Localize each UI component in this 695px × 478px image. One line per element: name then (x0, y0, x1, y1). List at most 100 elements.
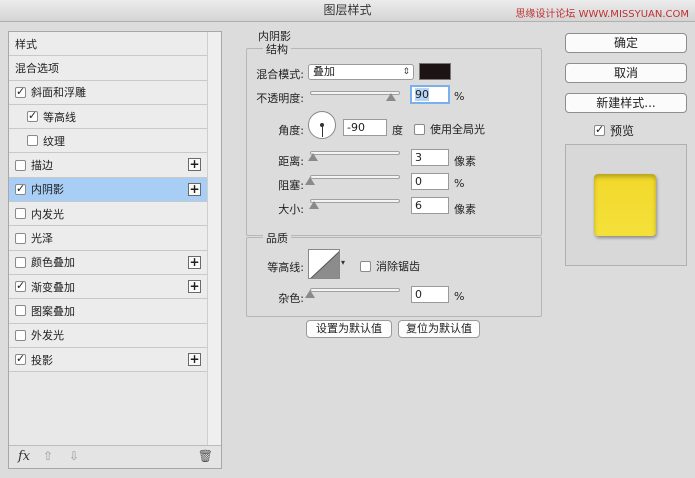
size-input[interactable]: 6 (411, 197, 449, 214)
angle-dial[interactable] (308, 111, 336, 139)
angle-input[interactable]: -90 (343, 119, 387, 136)
contour-dropdown-icon[interactable]: ▾ (341, 258, 345, 267)
style-item-12[interactable]: 外发光 (9, 323, 207, 348)
style-item-checkbox[interactable] (15, 279, 26, 293)
style-item-label: 描边 (31, 159, 53, 173)
style-item-label: 内发光 (31, 207, 64, 221)
style-item-checkbox[interactable] (15, 232, 26, 244)
blend-mode-value: 叠加 (313, 65, 335, 78)
style-item-checkbox[interactable] (27, 109, 38, 123)
style-item-checkbox[interactable] (15, 329, 26, 341)
trash-icon[interactable]: 🗑 (198, 449, 213, 463)
style-item-checkbox[interactable] (15, 85, 26, 98)
style-item-label: 图案叠加 (31, 304, 75, 318)
style-item-11[interactable]: 图案叠加 (9, 299, 207, 324)
shadow-color-swatch[interactable] (419, 63, 451, 80)
size-slider-thumb[interactable] (308, 201, 319, 209)
make-default-button[interactable]: 设置为默认值 (306, 320, 392, 338)
style-item-label: 等高线 (43, 110, 76, 124)
style-item-8[interactable]: 光泽 (9, 226, 207, 251)
distance-unit: 像素 (454, 155, 476, 168)
new-style-button[interactable]: 新建样式... (565, 93, 687, 113)
style-item-5[interactable]: 描边 + (9, 153, 207, 178)
style-item-13[interactable]: 投影 + (9, 347, 207, 373)
style-item-6[interactable]: 内阴影 + (9, 177, 207, 203)
style-item-0[interactable]: 样式 (9, 32, 207, 57)
opacity-slider-thumb[interactable] (386, 93, 396, 101)
opacity-unit: % (454, 90, 465, 103)
move-up-icon[interactable]: ⇧ (43, 449, 53, 463)
choke-slider-thumb[interactable] (305, 177, 315, 185)
style-item-3[interactable]: 等高线 (9, 104, 207, 130)
contour-label: 等高线: (267, 261, 304, 274)
opacity-input[interactable]: 90 (410, 85, 450, 104)
choke-label: 阻塞: (278, 179, 304, 192)
opacity-label: 不透明度: (256, 92, 304, 105)
size-slider-track[interactable] (310, 199, 400, 203)
noise-slider-thumb[interactable] (305, 290, 315, 298)
distance-input[interactable]: 3 (411, 149, 449, 166)
style-item-checkbox[interactable] (15, 256, 26, 268)
add-effect-button[interactable]: + (188, 255, 201, 269)
style-item-checkbox[interactable] (27, 135, 38, 147)
preview-option[interactable]: 预览 (594, 122, 634, 139)
style-item-checkbox[interactable] (15, 208, 26, 220)
distance-slider-thumb[interactable] (307, 153, 318, 161)
style-item-9[interactable]: 颜色叠加 + (9, 250, 207, 275)
style-item-7[interactable]: 内发光 (9, 202, 207, 227)
anti-alias-checkbox[interactable] (360, 260, 371, 272)
style-item-label: 混合选项 (15, 61, 59, 75)
style-item-label: 样式 (15, 37, 37, 51)
style-item-checkbox[interactable] (15, 352, 26, 365)
list-footer: fx ⇧ ⇩ 🗑 (9, 445, 221, 468)
choke-input[interactable]: 0 (411, 173, 449, 190)
quality-legend: 品质 (263, 230, 291, 246)
style-item-1[interactable]: 混合选项 (9, 56, 207, 81)
noise-input[interactable]: 0 (411, 286, 449, 303)
reset-default-button[interactable]: 复位为默认值 (398, 320, 480, 338)
add-effect-button[interactable]: + (188, 279, 201, 293)
distance-slider-track[interactable] (310, 151, 400, 155)
style-item-checkbox[interactable] (15, 182, 26, 195)
preview-checkbox[interactable] (594, 123, 605, 136)
global-light-option[interactable]: 使用全局光 (414, 121, 485, 137)
preview-label: 预览 (610, 124, 635, 138)
angle-unit: 度 (392, 124, 403, 137)
angle-center (320, 123, 324, 127)
contour-preview[interactable] (308, 249, 340, 279)
fx-icon[interactable]: fx (18, 449, 30, 464)
style-item-label: 投影 (31, 353, 53, 367)
anti-alias-option[interactable]: 消除锯齿 (360, 258, 420, 274)
choke-slider-track[interactable] (310, 175, 400, 179)
style-item-label: 渐变叠加 (31, 280, 75, 294)
style-item-label: 斜面和浮雕 (31, 86, 86, 100)
style-list: 样式混合选项斜面和浮雕等高线纹理描边 + 内阴影 + 内发光光泽颜色叠加 + 渐变叠加 + 图案… (9, 32, 207, 373)
preview-swatch (594, 174, 656, 236)
ok-button[interactable]: 确定 (565, 33, 687, 53)
move-down-icon[interactable]: ⇩ (69, 449, 79, 463)
window-title: 图层样式 (323, 3, 372, 17)
style-item-checkbox[interactable] (15, 159, 26, 171)
style-list-panel: 样式混合选项斜面和浮雕等高线纹理描边 + 内阴影 + 内发光光泽颜色叠加 + 渐变叠加 + 图案… (8, 31, 222, 469)
scrollbar[interactable] (207, 32, 221, 446)
style-item-label: 内阴影 (31, 183, 64, 197)
noise-unit: % (454, 290, 465, 303)
style-item-label: 外发光 (31, 329, 64, 343)
style-item-checkbox[interactable] (15, 305, 26, 317)
add-effect-button[interactable]: + (188, 182, 201, 196)
style-item-10[interactable]: 渐变叠加 + (9, 274, 207, 300)
noise-slider-track[interactable] (310, 288, 400, 292)
blend-mode-select[interactable]: 叠加 ⇕ (308, 64, 414, 80)
style-item-label: 纹理 (43, 134, 65, 148)
size-label: 大小: (278, 203, 304, 216)
add-effect-button[interactable]: + (188, 352, 201, 366)
global-light-label: 使用全局光 (430, 123, 485, 136)
style-item-4[interactable]: 纹理 (9, 129, 207, 154)
global-light-checkbox[interactable] (414, 123, 425, 135)
structure-legend: 结构 (263, 41, 291, 57)
style-item-label: 光泽 (31, 232, 53, 246)
style-item-2[interactable]: 斜面和浮雕 (9, 80, 207, 105)
distance-label: 距离: (278, 155, 304, 168)
cancel-button[interactable]: 取消 (565, 63, 687, 83)
add-effect-button[interactable]: + (188, 158, 201, 172)
